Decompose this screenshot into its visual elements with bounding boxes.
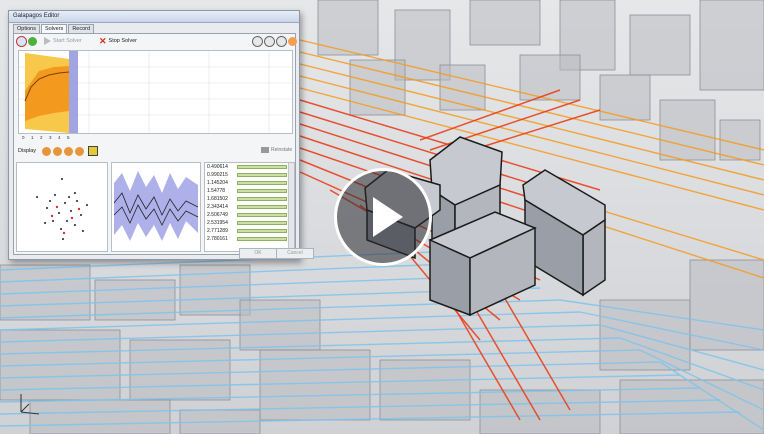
fitness-bar (237, 237, 287, 241)
solvers-panel: Start Solver ✕ Stop Solver 0 1 2 3 4 5 D… (13, 33, 297, 255)
list-item[interactable]: 0.990215 (205, 171, 289, 179)
fitness-axis: 0 1 2 3 4 5 (18, 135, 293, 142)
ok-button[interactable]: OK (239, 248, 277, 259)
view-icon-4[interactable] (288, 36, 297, 46)
list-item[interactable]: 2.771289 (205, 227, 289, 235)
list-item[interactable]: 0.490614 (205, 163, 289, 171)
play-button[interactable] (334, 168, 432, 266)
tab-options[interactable]: Options (13, 24, 40, 33)
current-generation-marker (69, 51, 78, 133)
display-row: Display Reinstate (16, 146, 295, 160)
fitness-bar (237, 189, 287, 193)
axis-tick: 0 (22, 135, 25, 140)
fitness-mode-icon[interactable] (16, 35, 27, 47)
view-icon-2[interactable] (264, 35, 275, 47)
list-item[interactable]: 2.506749 (205, 211, 289, 219)
list-item[interactable]: 2.343414 (205, 203, 289, 211)
stop-solver-label: Stop Solver (108, 38, 137, 44)
fitness-bar (237, 229, 287, 233)
start-solver-label: Start Solver (53, 38, 82, 44)
list-scrollbar[interactable] (288, 163, 294, 251)
stop-solver-icon: ✕ (99, 36, 107, 46)
list-item[interactable]: 2.531954 (205, 219, 289, 227)
display-mode-4[interactable] (75, 147, 84, 156)
tab-strip: Options Solvers Record (13, 24, 95, 34)
window-title: Galapagos Editor (9, 11, 299, 23)
cancel-button[interactable]: Cancel (276, 248, 314, 259)
display-mode-1[interactable] (42, 147, 51, 156)
axis-tick: 1 (31, 135, 34, 140)
parallel-genome-plot (111, 162, 201, 252)
fitness-bar (237, 173, 287, 177)
fitness-bar (237, 205, 287, 209)
genome-map (16, 162, 108, 252)
axis-tick: 3 (49, 135, 52, 140)
reinstate-label: Reinstate (271, 147, 293, 153)
genome-list[interactable]: 0.490614 0.990215 1.145204 1.54778 1.681… (204, 162, 295, 252)
radiation-icon[interactable] (88, 146, 98, 156)
reinstate-icon (261, 147, 269, 153)
galapagos-editor-window: Galapagos Editor Options Solvers Record … (8, 10, 314, 260)
fitness-bar (237, 181, 287, 185)
fitness-bar (237, 221, 287, 225)
start-solver-icon (44, 37, 51, 45)
list-item[interactable]: 1.145204 (205, 179, 289, 187)
fitness-bar (237, 213, 287, 217)
fitness-bar (237, 165, 287, 169)
view-icon-1[interactable] (252, 35, 263, 47)
view-icon-3[interactable] (276, 35, 287, 47)
start-solver-button[interactable]: Start Solver (44, 36, 82, 46)
stop-solver-button[interactable]: ✕ Stop Solver (99, 36, 137, 46)
display-mode-2[interactable] (53, 147, 62, 156)
axis-gizmo-icon (20, 394, 40, 415)
reinstate-button[interactable]: Reinstate (261, 147, 292, 153)
list-item[interactable]: 1.681502 (205, 195, 289, 203)
refresh-icon[interactable] (28, 36, 37, 46)
display-label: Display (18, 148, 37, 154)
tab-record[interactable]: Record (68, 24, 95, 33)
list-item[interactable]: 2.780161 (205, 235, 289, 243)
solver-views: 0.490614 0.990215 1.145204 1.54778 1.681… (16, 162, 295, 252)
fitness-graph (18, 50, 293, 134)
play-icon (373, 197, 403, 237)
solver-toolbar: Start Solver ✕ Stop Solver (14, 34, 297, 48)
fitness-bar (237, 197, 287, 201)
display-mode-3[interactable] (64, 147, 73, 156)
axis-tick: 4 (58, 135, 61, 140)
list-item[interactable]: 1.54778 (205, 187, 289, 195)
axis-tick: 2 (40, 135, 43, 140)
axis-tick: 5 (67, 135, 70, 140)
